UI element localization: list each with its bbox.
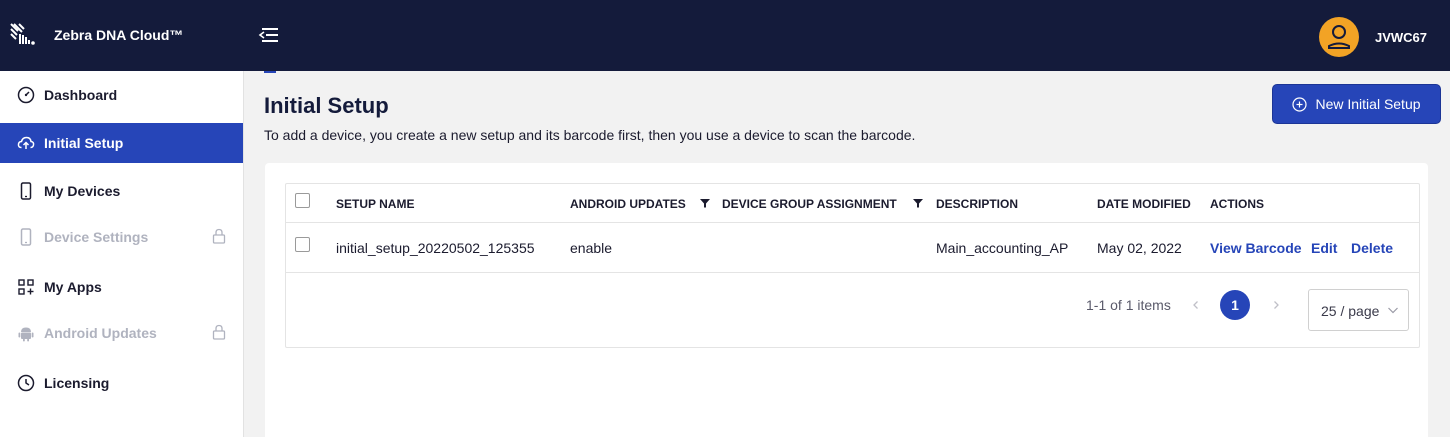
sidebar-item-label: Initial Setup bbox=[44, 135, 124, 151]
cloud-upload-icon bbox=[17, 136, 35, 149]
description-cell: Main_accounting_AP bbox=[936, 240, 1069, 256]
delete-link[interactable]: Delete bbox=[1351, 240, 1393, 256]
column-header-actions: ACTIONS bbox=[1210, 197, 1264, 211]
sidebar-item-licensing[interactable]: Licensing bbox=[0, 363, 243, 403]
setups-table: SETUP NAME ANDROID UPDATES DEVICE GROUP … bbox=[285, 183, 1420, 348]
username[interactable]: JVWC67 bbox=[1375, 30, 1427, 45]
license-icon bbox=[17, 374, 35, 392]
sidebar-item-label: Licensing bbox=[44, 375, 110, 391]
main-content: Initial Setup To add a device, you creat… bbox=[244, 71, 1450, 437]
table-row: initial_setup_20220502_125355 enable Mai… bbox=[286, 223, 1419, 273]
page-size-value: 25 / page bbox=[1321, 303, 1380, 319]
sidebar-item-label: Dashboard bbox=[44, 87, 118, 103]
sidebar-item-my-devices[interactable]: My Devices bbox=[0, 171, 243, 211]
sidebar-item-label: My Apps bbox=[44, 279, 102, 295]
page-description: To add a device, you create a new setup … bbox=[264, 127, 916, 143]
date-modified-cell: May 02, 2022 bbox=[1097, 240, 1182, 256]
dashboard-icon bbox=[17, 86, 35, 104]
sidebar-item-my-apps[interactable]: My Apps bbox=[0, 267, 243, 307]
plus-circle-icon bbox=[1292, 96, 1308, 112]
table-header: SETUP NAME ANDROID UPDATES DEVICE GROUP … bbox=[286, 184, 1419, 223]
column-header-android-updates[interactable]: ANDROID UPDATES bbox=[570, 197, 686, 211]
setup-name-cell: initial_setup_20220502_125355 bbox=[336, 240, 535, 256]
filter-icon[interactable] bbox=[699, 197, 711, 209]
column-header-description[interactable]: DESCRIPTION bbox=[936, 197, 1018, 211]
avatar[interactable] bbox=[1319, 17, 1359, 57]
top-bar: Zebra DNA Cloud™ JVWC67 bbox=[0, 0, 1450, 71]
next-page-button[interactable] bbox=[1261, 290, 1291, 320]
user-icon bbox=[1328, 25, 1350, 49]
phone-icon bbox=[20, 228, 32, 246]
edit-link[interactable]: Edit bbox=[1311, 240, 1337, 256]
sidebar-item-label: Android Updates bbox=[44, 325, 157, 341]
zebra-logo-icon[interactable] bbox=[8, 20, 40, 52]
row-checkbox[interactable] bbox=[295, 237, 310, 252]
lock-icon bbox=[212, 324, 226, 340]
new-initial-setup-label: New Initial Setup bbox=[1315, 96, 1421, 112]
phone-icon bbox=[20, 182, 32, 200]
previous-page-button[interactable] bbox=[1181, 290, 1211, 320]
sidebar-item-label: Device Settings bbox=[44, 229, 149, 245]
pagination-summary: 1-1 of 1 items bbox=[1086, 297, 1171, 313]
filter-icon[interactable] bbox=[912, 197, 924, 209]
brand-name: Zebra DNA Cloud™ bbox=[54, 27, 184, 43]
sidebar-item-label: My Devices bbox=[44, 183, 121, 199]
column-header-device-group-assignment[interactable]: DEVICE GROUP ASSIGNMENT bbox=[722, 197, 897, 211]
page-size-select[interactable]: 25 / page bbox=[1308, 289, 1409, 331]
column-header-setup-name[interactable]: SETUP NAME bbox=[336, 197, 414, 211]
sidebar-item-dashboard[interactable]: Dashboard bbox=[0, 75, 243, 115]
view-barcode-link[interactable]: View Barcode bbox=[1210, 240, 1302, 256]
page-title: Initial Setup bbox=[264, 93, 389, 118]
apps-icon bbox=[18, 279, 34, 295]
menu-collapse-icon[interactable] bbox=[256, 24, 282, 46]
chevron-down-icon bbox=[1388, 307, 1398, 314]
new-initial-setup-button[interactable]: New Initial Setup bbox=[1272, 84, 1441, 124]
page-1-button[interactable]: 1 bbox=[1220, 290, 1250, 320]
select-all-checkbox[interactable] bbox=[295, 193, 310, 208]
setups-card: SETUP NAME ANDROID UPDATES DEVICE GROUP … bbox=[265, 163, 1428, 437]
chevron-left-icon bbox=[1193, 301, 1198, 309]
sidebar: Dashboard Initial Setup My Devices Devic… bbox=[0, 71, 244, 437]
lock-icon bbox=[212, 228, 226, 244]
chevron-right-icon bbox=[1274, 301, 1279, 309]
sidebar-item-device-settings: Device Settings bbox=[0, 217, 243, 257]
sidebar-item-initial-setup[interactable]: Initial Setup bbox=[0, 123, 243, 163]
android-updates-cell: enable bbox=[570, 240, 613, 256]
column-header-date-modified[interactable]: DATE MODIFIED bbox=[1097, 197, 1191, 211]
android-icon bbox=[18, 327, 34, 342]
sidebar-item-android-updates: Android Updates bbox=[0, 313, 243, 353]
